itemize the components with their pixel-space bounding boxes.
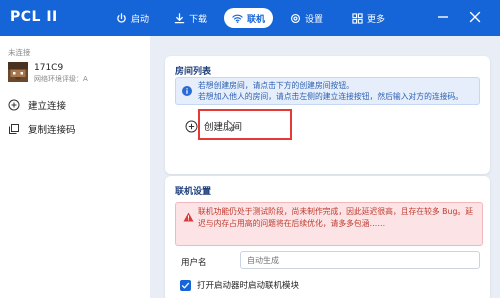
title-bar: PCL II 启动 下载 联机 设置 更多 [0,0,500,36]
mouse-cursor-icon [227,120,236,132]
player-name: 171C9 [34,63,64,73]
download-icon [174,12,185,23]
multiplayer-settings-card: 联机设置 联机功能仍处于测试阶段，尚未制作完成，因此延迟很高，且存在较多 Bug… [165,176,490,298]
info-line-1: 若想创建房间，请点击下方的创建房间按钮。 [198,81,354,90]
create-room-button[interactable]: 创建房间 [179,114,479,138]
sidebar: 未连接 171C9 网络环境评级：A 建立连接 复制连接码 [0,36,150,298]
connection-status: 未连接 [8,48,31,57]
nav-download-button[interactable]: 下载 [166,8,215,28]
minimize-icon[interactable] [436,10,450,24]
nav-settings-label: 设置 [305,14,324,25]
room-list-card: 房间列表 若想创建房间，请点击下方的创建房间按钮。 若想加入他人的房间，请点击左… [165,56,490,174]
nav-multiplayer-label: 联机 [247,14,266,25]
create-room-label: 创建房间 [204,122,243,133]
app-logo: PCL II [10,9,58,25]
nav-launch-button[interactable]: 启动 [108,8,157,28]
plus-circle-icon [185,120,198,132]
main-content: 房间列表 若想创建房间，请点击下方的创建房间按钮。 若想加入他人的房间，请点击左… [150,36,500,298]
info-text: 若想创建房间，请点击下方的创建房间按钮。 若想加入他人的房间，请点击左侧的建立连… [198,80,475,102]
username-input[interactable] [240,251,480,269]
create-connection-label: 建立连接 [28,101,67,112]
copy-code-button[interactable]: 复制连接码 [6,119,144,139]
info-line-2: 若想加入他人的房间，请点击左侧的建立连接按钮，然后输入对方的连接码。 [198,92,464,101]
autostart-checkbox[interactable] [180,279,191,291]
nav-more-label: 更多 [367,14,386,25]
player-avatar [8,62,28,82]
gear-icon [290,13,301,23]
wifi-icon [232,14,243,23]
nav-download-label: 下载 [189,14,208,25]
plus-circle-icon [8,99,20,111]
warning-icon [183,212,194,222]
info-hint: 若想创建房间，请点击下方的创建房间按钮。 若想加入他人的房间，请点击左侧的建立连… [175,77,480,105]
username-label: 用户名 [181,258,207,268]
nav-settings-button[interactable]: 设置 [282,8,331,28]
autostart-option[interactable]: 打开启动器时启动联机模块 [180,279,299,291]
autostart-label: 打开启动器时启动联机模块 [197,281,300,291]
create-connection-button[interactable]: 建立连接 [6,95,144,115]
copy-code-label: 复制连接码 [28,125,76,136]
nav-launch-label: 启动 [131,14,150,25]
nav-more-button[interactable]: 更多 [344,8,393,28]
grid-icon [352,12,363,24]
power-icon [117,12,126,23]
warning-box: 联机功能仍处于测试阶段，尚未制作完成，因此延迟很高，且存在较多 Bug。延迟与内… [175,202,483,246]
checkmark-icon [181,282,190,288]
close-icon[interactable] [468,10,482,24]
warning-text: 联机功能仍处于测试阶段，尚未制作完成，因此延迟很高，且存在较多 Bug。延迟与内… [198,207,474,228]
room-list-title: 房间列表 [175,67,212,77]
settings-title: 联机设置 [175,187,212,197]
info-icon [182,86,192,96]
nav-multiplayer-button[interactable]: 联机 [224,8,274,28]
copy-icon [9,124,19,134]
network-rating: 网络环境评级：A [34,75,88,83]
